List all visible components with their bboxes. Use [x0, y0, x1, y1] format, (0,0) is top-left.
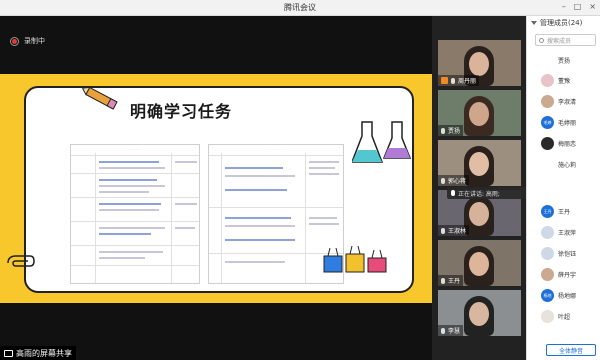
- participant-name: 贾扬: [448, 128, 461, 135]
- avatar: [541, 137, 554, 150]
- member-item[interactable]: 毛婷 毛婷丽: [541, 116, 576, 129]
- member-search-input[interactable]: 搜索成员: [535, 34, 596, 46]
- video-tile-label: 贾扬: [438, 125, 464, 136]
- window-title: 腾讯会议: [284, 3, 316, 12]
- member-name: 徐恺钰: [558, 251, 577, 258]
- member-item[interactable]: 梅丽恋: [541, 137, 576, 150]
- video-tile[interactable]: 王丹: [438, 240, 521, 286]
- member-name: 李淑清: [558, 99, 577, 106]
- participant-name: 郭心蒋: [448, 178, 467, 185]
- avatar: [541, 268, 554, 281]
- title-bar: 腾讯会议 – □ ×: [0, 0, 600, 16]
- window-controls: – □ ×: [562, 2, 596, 11]
- avatar: [541, 158, 554, 171]
- participant-name: 李慧: [448, 328, 461, 335]
- members-panel: 管理成员(24) 搜索成员 贾扬 董豫 李淑清 毛婷 毛婷丽 梅丽恋 施心莉 王丹…: [526, 16, 600, 360]
- document-header-left: · · · · · ·: [129, 147, 141, 151]
- member-name: 贾扬: [558, 58, 571, 65]
- video-tile-label: 周丹丽: [438, 75, 480, 86]
- member-item[interactable]: 徐恺钰: [541, 247, 576, 260]
- shared-screen-area: 录制中 明确学习任务 · · · · · · · · · · · · 高雨的屏幕…: [0, 16, 432, 360]
- member-item[interactable]: 董豫: [541, 74, 570, 87]
- member-item[interactable]: 王淑萍: [541, 226, 576, 239]
- member-name: 毛婷丽: [558, 120, 577, 127]
- speaking-label: 正在讲话: 高雨;: [458, 190, 500, 198]
- member-name: 王丹: [558, 209, 571, 216]
- screen-share-label: 高雨的屏幕共享: [16, 348, 72, 358]
- participant-name: 周丹丽: [458, 78, 477, 85]
- presentation-slide: 明确学习任务 · · · · · · · · · · · ·: [0, 74, 432, 303]
- chevron-down-icon: [531, 21, 537, 25]
- close-icon[interactable]: ×: [589, 2, 596, 11]
- avatar: [541, 54, 554, 67]
- video-tile-label: 李慧: [438, 325, 464, 336]
- member-item[interactable]: 施心莉: [541, 158, 576, 171]
- video-tile-label: 王丹: [438, 275, 464, 286]
- participant-name: 王丹: [448, 278, 461, 285]
- search-placeholder: 搜索成员: [547, 37, 572, 45]
- host-icon: [441, 77, 448, 84]
- avatar: [541, 226, 554, 239]
- member-name: 梅丽恋: [558, 141, 577, 148]
- avatar: [541, 310, 554, 323]
- microphone-icon: [451, 190, 455, 196]
- member-item[interactable]: 叶超: [541, 310, 570, 323]
- avatar: 王丹: [541, 205, 554, 218]
- member-item[interactable]: 杨地 杨地娜: [541, 289, 576, 302]
- video-tile[interactable]: 李慧: [438, 290, 521, 336]
- microphone-icon: [441, 327, 445, 334]
- document-header-right: · · · · · ·: [270, 147, 282, 151]
- paperclip-icon: [7, 255, 35, 267]
- avatar: 毛婷: [541, 116, 554, 129]
- minimize-icon[interactable]: –: [562, 2, 566, 11]
- video-tile-label: 王淑林: [438, 225, 470, 236]
- avatar: 杨地: [541, 289, 554, 302]
- monitor-icon: [4, 349, 13, 357]
- member-name: 董豫: [558, 78, 571, 85]
- microphone-icon: [441, 227, 445, 234]
- recording-label: 录制中: [24, 37, 45, 45]
- maximize-icon[interactable]: □: [574, 2, 582, 11]
- microphone-icon: [441, 127, 445, 134]
- participant-name: 王淑林: [448, 228, 467, 235]
- recording-indicator[interactable]: 录制中: [10, 36, 45, 46]
- member-name: 叶超: [558, 314, 571, 321]
- microphone-icon: [441, 177, 445, 184]
- member-item[interactable]: 薛丹宇: [541, 268, 576, 281]
- mute-all-button[interactable]: 全体静音: [546, 344, 596, 356]
- member-name: 王淑萍: [558, 230, 577, 237]
- search-icon: [539, 37, 544, 43]
- members-title: 管理成员(24): [540, 19, 583, 27]
- video-tile[interactable]: 郭心蒋: [438, 140, 521, 186]
- record-icon: [10, 36, 19, 46]
- avatar: [541, 95, 554, 108]
- video-tile[interactable]: 周丹丽: [438, 40, 521, 86]
- member-item[interactable]: 王丹 王丹: [541, 205, 570, 218]
- lab-flasks-icon: [352, 121, 412, 163]
- screen-share-bar[interactable]: 高雨的屏幕共享: [0, 346, 76, 360]
- avatar: [541, 247, 554, 260]
- microphone-icon: [451, 77, 455, 84]
- member-name: 薛丹宇: [558, 272, 577, 279]
- slide-title: 明确学习任务: [130, 102, 233, 121]
- member-name: 杨地娜: [558, 293, 577, 300]
- video-tile-label: 郭心蒋: [438, 175, 470, 186]
- member-name: 施心莉: [558, 162, 577, 169]
- member-item[interactable]: 贾扬: [541, 54, 570, 67]
- binder-clips-icon: [323, 246, 387, 273]
- member-item[interactable]: 李淑清: [541, 95, 576, 108]
- avatar: [541, 74, 554, 87]
- document-table-left: · · · · · ·: [70, 144, 200, 284]
- microphone-icon: [441, 277, 445, 284]
- video-tile[interactable]: 贾扬: [438, 90, 521, 136]
- members-panel-header[interactable]: 管理成员(24): [527, 16, 600, 30]
